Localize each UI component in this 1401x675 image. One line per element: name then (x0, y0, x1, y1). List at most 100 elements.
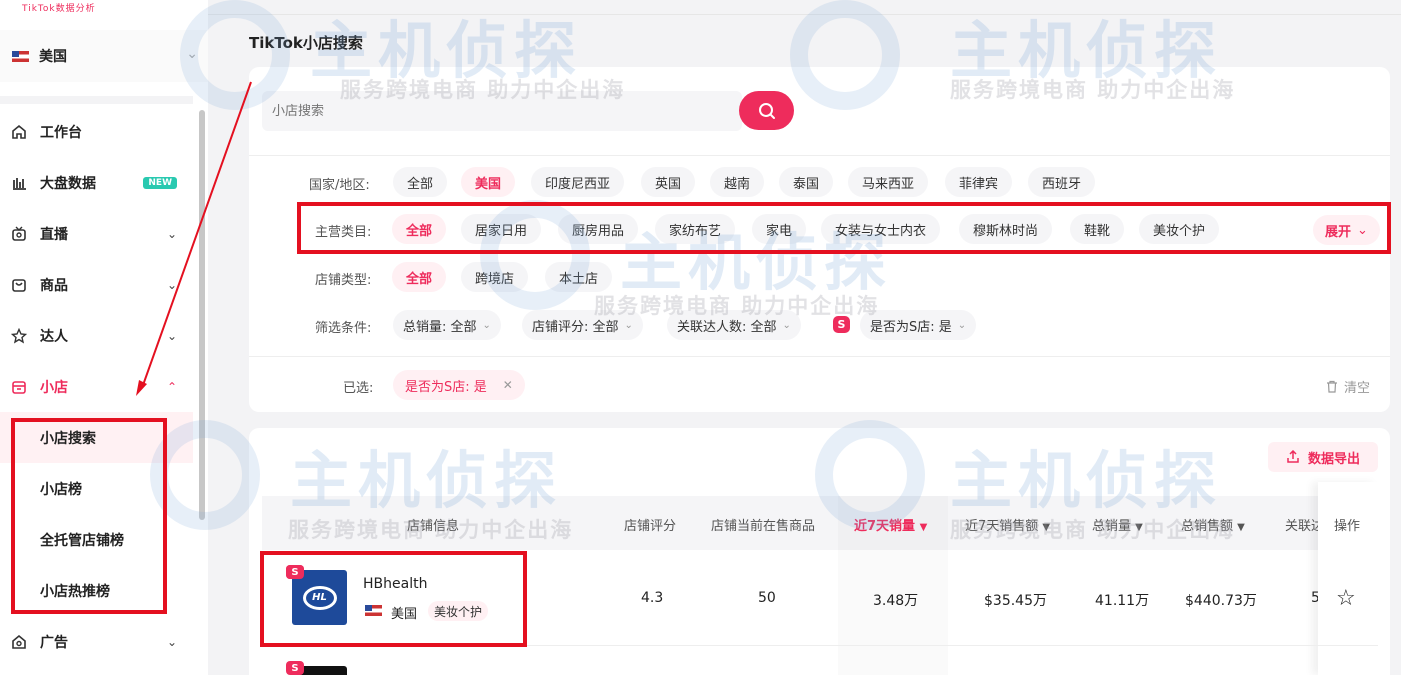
header-label: 近7天销量 (854, 519, 916, 534)
logo[interactable]: TikTok数据分析 (0, 0, 208, 14)
column-header-influencers[interactable]: 关联达 (1285, 515, 1318, 534)
sidebar-item-workbench[interactable]: 工作台 (0, 106, 193, 157)
sidebar-item-label: 直播 (40, 226, 68, 243)
sidebar-item-market-data[interactable]: 大盘数据 NEW (0, 157, 193, 208)
export-icon (1287, 450, 1299, 463)
trash-icon (1327, 380, 1337, 393)
chevron-down-icon: ⌄ (166, 226, 177, 241)
actions-column (1318, 482, 1378, 675)
sort-icon: ▼ (1135, 522, 1143, 533)
star-icon (10, 327, 28, 345)
divider (249, 356, 1390, 357)
sidebar-scrollbar[interactable] (199, 110, 205, 520)
divider (249, 155, 1390, 156)
bag-icon (10, 276, 28, 294)
sort-desc-icon: ▼ (919, 522, 928, 533)
dropdown-label: 是否为S店: 是 (870, 319, 952, 335)
header-label: 总销量 (1092, 519, 1132, 534)
chevron-down-icon: ⌄ (166, 634, 177, 649)
selected-filter-tag[interactable]: 是否为S店: 是 ✕ (393, 370, 525, 400)
column-header-total-revenue[interactable]: 总销售额 ▼ (1181, 515, 1245, 534)
dropdown-label: 店铺评分: 全部 (532, 319, 619, 335)
export-label: 数据导出 (1307, 451, 1360, 467)
region-label: 美国 (39, 49, 67, 65)
store-type-chip[interactable]: 本土店 (545, 262, 613, 292)
s-store-dropdown[interactable]: 是否为S店: 是 ⌄ (860, 310, 977, 340)
cell-products: 50 (758, 590, 776, 606)
country-label: 国家/地区: (309, 178, 370, 193)
clear-label: 清空 (1344, 381, 1371, 396)
chevron-down-icon: ⌄ (166, 328, 177, 343)
sidebar-item-influencers[interactable]: 达人 ⌄ (0, 310, 193, 361)
country-chip[interactable]: 西班牙 (1028, 167, 1096, 197)
column-header-products[interactable]: 店铺当前在售商品 (711, 515, 815, 534)
dropdown-label: 关联达人数: 全部 (677, 319, 777, 335)
favorite-star-icon[interactable]: ☆ (1336, 586, 1356, 611)
sidebar-item-label: 达人 (40, 328, 68, 345)
shop-icon (10, 378, 28, 396)
chevron-down-icon: ⌄ (624, 319, 633, 331)
selected-label: 已选: (343, 381, 374, 396)
header-label: 近7天销售额 (965, 519, 1039, 534)
s-store-icon: S (833, 316, 850, 333)
sidebar-item-products[interactable]: 商品 ⌄ (0, 259, 193, 310)
sidebar-item-live[interactable]: 直播 ⌄ (0, 208, 193, 259)
close-icon[interactable]: ✕ (503, 378, 513, 392)
country-chip[interactable]: 美国 (461, 167, 516, 197)
search-button[interactable] (739, 91, 794, 130)
country-chip[interactable]: 马来西亚 (848, 167, 929, 197)
clear-button[interactable]: 清空 (1326, 377, 1370, 396)
dropdown-label: 总销量: 全部 (403, 319, 477, 335)
cell-total-revenue: $440.73万 (1185, 593, 1257, 609)
country-chip[interactable]: 英国 (641, 167, 696, 197)
cell-revenue-7d: $35.45万 (984, 593, 1047, 609)
total-sales-dropdown[interactable]: 总销量: 全部 ⌄ (393, 310, 501, 340)
search-icon (758, 102, 775, 119)
top-divider (208, 14, 1401, 15)
column-header-total-sales[interactable]: 总销量 ▼ (1092, 515, 1143, 534)
store-type-chip[interactable]: 跨境店 (461, 262, 529, 292)
home-icon (10, 123, 28, 141)
cell-total-sales: 41.11万 (1095, 593, 1150, 609)
country-chip[interactable]: 越南 (710, 167, 765, 197)
search-input[interactable] (262, 91, 742, 131)
chevron-down-icon: ⌄ (482, 319, 491, 331)
conditions-label: 筛选条件: (315, 321, 372, 336)
sidebar-item-label: 大盘数据 (40, 175, 96, 192)
sidebar-item-ads[interactable]: 广告 ⌄ (0, 616, 193, 667)
sidebar-divider (0, 96, 193, 104)
country-chip[interactable]: 泰国 (779, 167, 834, 197)
column-header-rating[interactable]: 店铺评分 (624, 515, 676, 534)
live-icon (10, 225, 28, 243)
tag-label: 是否为S店: 是 (405, 379, 487, 395)
column-header-sales-7d[interactable]: 近7天销量 ▼ (854, 515, 927, 534)
cell-rating: 4.3 (641, 590, 664, 606)
ad-icon (10, 633, 28, 651)
country-chip[interactable]: 印度尼西亚 (531, 167, 625, 197)
sidebar-item-label: 广告 (40, 634, 68, 651)
annotation-box-shop-menu (11, 418, 167, 614)
country-chip[interactable]: 菲律宾 (945, 167, 1013, 197)
influencer-count-dropdown[interactable]: 关联达人数: 全部 ⌄ (667, 310, 801, 340)
country-chip[interactable]: 全部 (393, 167, 448, 197)
region-selector[interactable]: 美国 ⌄ (0, 30, 208, 82)
sidebar-item-shop[interactable]: 小店 ⌃ (0, 361, 193, 412)
sidebar-item-label: 商品 (40, 277, 68, 294)
cell-sales-7d: 3.48万 (873, 593, 919, 609)
column-header-revenue-7d[interactable]: 近7天销售额 ▼ (965, 515, 1050, 534)
export-button[interactable]: 数据导出 (1268, 442, 1378, 472)
bar-chart-icon (10, 174, 28, 192)
column-header-shop-info: 店铺信息 (407, 519, 460, 534)
logo-text: TikTok数据分析 (22, 3, 96, 14)
store-type-chip[interactable]: 全部 (392, 262, 447, 292)
chevron-down-icon: ⌄ (782, 319, 791, 331)
header-label: 总销售额 (1181, 519, 1234, 534)
annotation-box-shop-row (260, 551, 527, 647)
chevron-down-icon: ⌄ (166, 277, 177, 292)
column-header-actions: 操作 (1334, 519, 1361, 534)
search-box[interactable] (262, 91, 742, 131)
sidebar-item-label: 工作台 (40, 124, 82, 141)
rating-dropdown[interactable]: 店铺评分: 全部 ⌄ (522, 310, 643, 340)
sort-icon: ▼ (1237, 522, 1245, 533)
sort-icon: ▼ (1042, 522, 1051, 533)
